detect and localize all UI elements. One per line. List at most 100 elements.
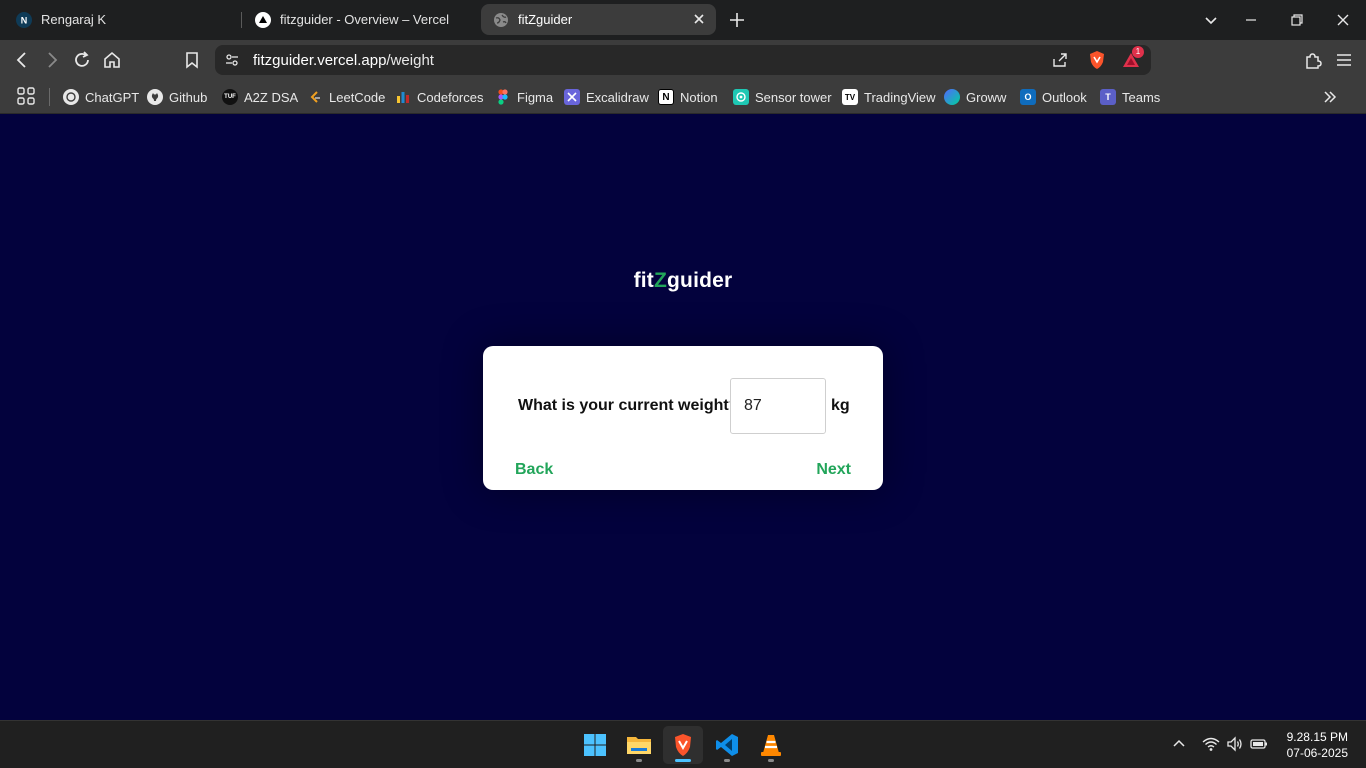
volume-icon[interactable] — [1226, 735, 1244, 753]
apps-grid-icon[interactable] — [16, 86, 36, 106]
bookmark-label: Outlook — [1042, 89, 1087, 105]
next-button[interactable]: Next — [816, 461, 851, 479]
vscode-icon[interactable] — [707, 726, 747, 764]
clock-date: 07-06-2025 — [1286, 746, 1348, 760]
weight-form-card: What is your current weight? kg Back Nex… — [483, 346, 883, 490]
bookmark-label: TradingView — [864, 89, 936, 105]
file-explorer-icon[interactable] — [619, 726, 659, 764]
bookmark-label: LeetCode — [329, 89, 386, 105]
close-window-icon[interactable] — [1333, 10, 1353, 30]
sensor-tower-icon — [733, 89, 749, 105]
bookmark-outlook[interactable]: O Outlook — [1020, 87, 1087, 107]
rewards-badge: 1 — [1132, 46, 1144, 58]
bookmark-label: Sensor tower — [755, 89, 832, 105]
brave-rewards-icon[interactable]: 1 — [1121, 46, 1144, 70]
windows-start-icon[interactable] — [575, 726, 615, 764]
bookmark-label: Figma — [517, 89, 554, 105]
tab-title: Rengaraj K — [41, 12, 107, 27]
bookmark-label: Groww — [966, 89, 1007, 105]
show-hidden-icons-chevron-icon[interactable] — [1170, 735, 1188, 753]
tab-title: fitzguider - Overview – Vercel — [280, 12, 450, 27]
menu-hamburger-icon[interactable] — [1334, 50, 1354, 70]
tab-search-chevron-icon[interactable] — [1201, 10, 1221, 30]
back-arrow-icon[interactable] — [12, 50, 32, 70]
bookmark-label: Codeforces — [417, 89, 484, 105]
vercel-triangle-icon — [255, 11, 271, 28]
bookmark-sensor-tower[interactable]: Sensor tower — [733, 87, 832, 107]
home-icon[interactable] — [102, 50, 122, 70]
tab-vercel-overview[interactable]: fitzguider - Overview – Vercel — [243, 4, 479, 35]
bookmark-label: Notion — [680, 89, 718, 105]
windows-taskbar: 9.28.15 PM 07-06-2025 — [0, 720, 1366, 768]
tradingview-icon: TV — [842, 89, 858, 105]
figma-icon — [495, 89, 511, 105]
forward-arrow-icon[interactable] — [42, 50, 62, 70]
brave-shields-icon[interactable] — [1087, 50, 1107, 70]
running-indicator — [636, 759, 642, 762]
bookmark-label: ChatGPT — [85, 89, 140, 105]
weight-question-label: What is your current weight? — [518, 397, 739, 414]
back-button[interactable]: Back — [515, 461, 553, 479]
page-content: fitZguider What is your current weight? … — [0, 115, 1366, 720]
brand-prefix: fit — [633, 269, 654, 292]
more-bookmarks-chevron-icon[interactable] — [1321, 88, 1339, 106]
bookmark-groww[interactable]: Groww — [944, 87, 1006, 107]
system-clock[interactable]: 9.28.15 PM 07-06-2025 — [1287, 729, 1348, 761]
wifi-icon[interactable] — [1202, 735, 1220, 753]
bookmark-excalidraw[interactable]: Excalidraw — [564, 87, 649, 107]
bookmark-leetcode[interactable]: LeetCode — [307, 87, 385, 107]
leetcode-icon — [307, 89, 323, 105]
close-tab-icon[interactable] — [692, 12, 706, 26]
browser-toolbar: fitzguider.vercel.app/weight 1 — [0, 40, 1366, 80]
bookmarks-bar: ChatGPT Github TUF A2Z DSA LeetCode Codef… — [0, 80, 1366, 114]
brand-suffix: guider — [667, 269, 733, 292]
codeforces-icon — [395, 89, 411, 105]
url-text[interactable]: fitzguider.vercel.app/weight — [253, 52, 434, 69]
bookmark-label: A2Z DSA — [244, 89, 299, 105]
minimize-icon[interactable] — [1241, 10, 1261, 30]
bookmark-label: Github — [169, 89, 208, 105]
github-icon — [147, 89, 163, 105]
running-indicator — [724, 759, 730, 762]
share-icon[interactable] — [1051, 51, 1069, 69]
bookmark-a2z-dsa[interactable]: TUF A2Z DSA — [222, 87, 298, 107]
bookmark-teams[interactable]: T Teams — [1100, 87, 1160, 107]
clock-time: 9.28.15 PM — [1286, 730, 1348, 744]
groww-icon — [944, 89, 960, 105]
tab-rengaraj[interactable]: N Rengaraj K — [4, 4, 240, 35]
extensions-puzzle-icon[interactable] — [1303, 50, 1323, 70]
brave-browser-icon[interactable] — [663, 726, 703, 764]
weight-input[interactable] — [730, 378, 826, 434]
running-indicator — [675, 759, 691, 762]
bookmark-github[interactable]: Github — [147, 87, 207, 107]
chatgpt-icon — [63, 89, 79, 105]
battery-icon[interactable] — [1250, 735, 1268, 753]
url-path: /weight — [386, 52, 434, 69]
svg-text:N: N — [21, 15, 28, 25]
brand-z: Z — [654, 269, 668, 292]
weight-unit-label: kg — [831, 397, 850, 414]
tuf-icon: TUF — [222, 89, 238, 105]
notion-n-icon: N — [16, 11, 32, 28]
app-logo: fitZguider — [0, 269, 1366, 293]
bookmark-label: Teams — [1122, 89, 1161, 105]
new-tab-icon[interactable] — [726, 9, 748, 31]
bookmark-notion[interactable]: N Notion — [658, 87, 718, 107]
notion-icon: N — [658, 89, 674, 105]
bookmark-codeforces[interactable]: Codeforces — [395, 87, 483, 107]
bookmark-tradingview[interactable]: TV TradingView — [842, 87, 936, 107]
tab-divider — [241, 12, 242, 28]
bookmark-chatgpt[interactable]: ChatGPT — [63, 87, 139, 107]
vlc-icon[interactable] — [751, 726, 791, 764]
bookmark-label: Excalidraw — [586, 89, 649, 105]
bookmark-figma[interactable]: Figma — [495, 87, 553, 107]
bookmarks-divider — [49, 88, 50, 106]
address-bar[interactable]: fitzguider.vercel.app/weight — [215, 45, 1151, 75]
tab-title: fitZguider — [518, 12, 573, 27]
running-indicator — [768, 759, 774, 762]
restore-icon[interactable] — [1287, 10, 1307, 30]
reload-icon[interactable] — [72, 50, 92, 70]
tab-fitzguider[interactable]: fitZguider — [481, 4, 716, 35]
bookmark-icon[interactable] — [182, 50, 202, 70]
site-settings-icon[interactable] — [224, 52, 240, 68]
